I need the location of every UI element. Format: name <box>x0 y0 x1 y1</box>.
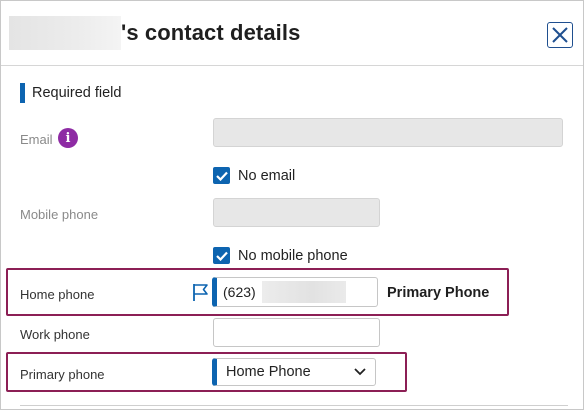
required-field-note: Required field <box>20 83 121 103</box>
redacted-phone-number <box>261 281 346 303</box>
close-button[interactable] <box>547 22 573 48</box>
email-field[interactable] <box>213 118 563 147</box>
primary-phone-badge: Primary Phone <box>387 285 490 301</box>
primary-phone-select[interactable]: Home Phone <box>212 358 376 386</box>
required-field-label: Required field <box>32 85 122 101</box>
checkmark-icon <box>215 171 228 181</box>
home-phone-label: Home phone <box>20 287 95 302</box>
required-indicator <box>20 83 25 103</box>
primary-phone-selected-value: Home Phone <box>226 364 311 380</box>
divider <box>20 405 568 406</box>
redacted-name <box>9 16 121 50</box>
no-email-checkbox[interactable] <box>213 167 230 184</box>
dialog-header: 's contact details <box>1 1 583 66</box>
work-phone-input[interactable] <box>213 318 380 347</box>
flag-icon[interactable] <box>192 283 209 307</box>
close-icon <box>552 27 568 43</box>
contact-details-dialog: 's contact details Required field Email … <box>0 0 584 410</box>
no-mobile-checkbox-row[interactable]: No mobile phone <box>213 247 348 264</box>
chevron-down-icon <box>354 368 366 376</box>
mobile-phone-field[interactable] <box>213 198 380 227</box>
email-label: Email <box>20 132 53 147</box>
mobile-phone-label: Mobile phone <box>20 207 99 222</box>
no-mobile-checkbox[interactable] <box>213 247 230 264</box>
primary-phone-label: Primary phone <box>20 367 105 382</box>
dialog-title: 's contact details <box>121 20 301 45</box>
checkmark-icon <box>215 251 228 261</box>
home-phone-input[interactable]: (623) <box>212 277 378 307</box>
no-email-label: No email <box>238 167 296 184</box>
home-phone-area-code: (623) <box>223 284 256 300</box>
work-phone-label: Work phone <box>20 327 90 342</box>
info-icon[interactable]: i <box>58 128 78 148</box>
no-email-checkbox-row[interactable]: No email <box>213 167 295 184</box>
no-mobile-label: No mobile phone <box>238 247 348 264</box>
